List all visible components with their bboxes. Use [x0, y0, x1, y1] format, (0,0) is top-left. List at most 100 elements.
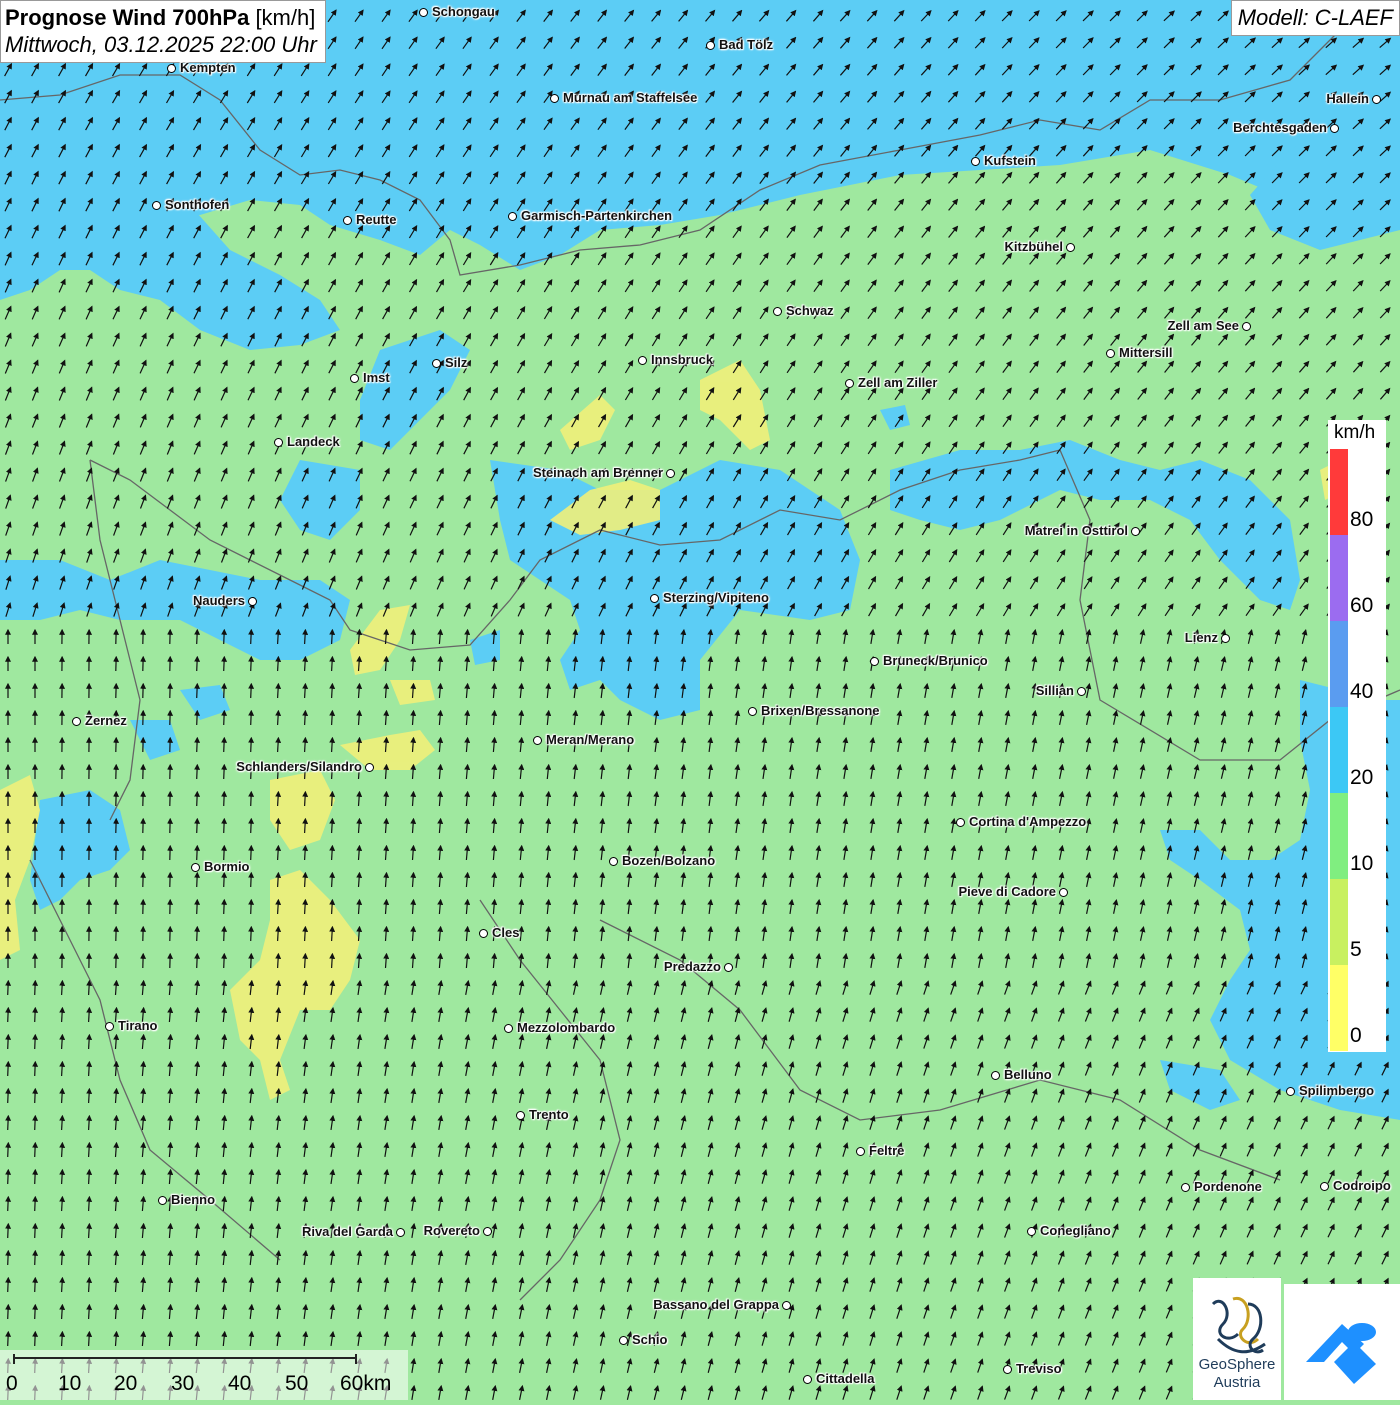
scale-label: 0 [6, 1372, 18, 1396]
wind-arrow [332, 873, 333, 887]
city-marker [350, 374, 359, 383]
city-marker [274, 438, 283, 447]
scale-label: 50 [285, 1372, 308, 1396]
wind-arrow [8, 1332, 9, 1346]
city-marker [508, 212, 517, 221]
city-label: Meran/Merano [546, 732, 634, 747]
city-label: Belluno [1004, 1067, 1052, 1082]
city-marker [856, 1147, 865, 1156]
wind-arrow [35, 1224, 36, 1238]
legend-swatch [1330, 534, 1348, 621]
wind-arrow [35, 1278, 36, 1292]
legend-label: 40 [1350, 680, 1373, 704]
legend-label: 10 [1350, 852, 1373, 876]
wind-arrow [332, 927, 333, 941]
city-marker [533, 736, 542, 745]
city-marker [706, 41, 715, 50]
wind-arrow [89, 1008, 90, 1022]
wind-arrow [224, 765, 225, 779]
wind-arrow [35, 1062, 36, 1076]
city-marker [248, 597, 257, 606]
city-marker [724, 963, 733, 972]
city-label: Innsbruck [651, 352, 713, 367]
city-marker [650, 594, 659, 603]
model-label: Modell: C-LAEF [1231, 0, 1400, 36]
city-label: Schongau [432, 4, 495, 19]
wind-arrow [197, 873, 198, 887]
wind-arrow [8, 981, 9, 995]
wind-arrow [224, 630, 225, 644]
wind-arrow [332, 792, 333, 806]
legend-label: 80 [1350, 508, 1373, 532]
city-marker [1320, 1182, 1329, 1191]
city-label: Conegliano [1040, 1223, 1111, 1238]
city-label: Kitzbühel [1005, 239, 1064, 254]
wind-arrow [278, 792, 279, 806]
wind-arrow [62, 1170, 63, 1184]
city-marker [956, 818, 965, 827]
wind-arrow [305, 738, 306, 752]
wind-arrow [332, 657, 333, 671]
wind-arrow [89, 1062, 90, 1076]
scale-label: 20 [114, 1372, 137, 1396]
wind-arrow [251, 738, 252, 752]
city-marker [1077, 687, 1086, 696]
legend-swatch [1330, 448, 1348, 535]
city-marker [971, 157, 980, 166]
wind-arrow [305, 873, 306, 887]
city-label: Zernez [85, 713, 127, 728]
city-marker [432, 359, 441, 368]
forecast-datetime: Mittwoch, 03.12.2025 22:00 Uhr [5, 31, 317, 58]
city-marker [158, 1196, 167, 1205]
city-label: Codroipo [1333, 1178, 1391, 1193]
city-label: Sterzing/Vipiteno [663, 590, 769, 605]
wind-arrow [278, 819, 279, 833]
wind-arrow [197, 954, 198, 968]
wind-arrow [35, 1332, 36, 1346]
wind-arrow [224, 792, 225, 806]
wind-arrow [8, 1008, 9, 1022]
wind-arrow [278, 684, 279, 698]
city-marker [72, 717, 81, 726]
wind-arrow [224, 900, 225, 914]
wind-arrow [251, 657, 252, 671]
wind-arrow [35, 981, 36, 995]
wind-arrow [197, 765, 198, 779]
wind-arrow [8, 1170, 9, 1184]
geosphere-name: GeoSphere [1193, 1356, 1281, 1373]
wind-arrow [224, 819, 225, 833]
wind-arrow [62, 1008, 63, 1022]
wind-arrow [278, 927, 279, 941]
wind-arrow [197, 846, 198, 860]
wind-arrow [251, 684, 252, 698]
legend-swatch [1330, 706, 1348, 793]
city-label: Nauders [193, 593, 245, 608]
wind-arrow [8, 1143, 9, 1157]
city-label: Garmisch-Partenkirchen [521, 208, 672, 223]
legend-swatch [1330, 878, 1348, 965]
city-marker [365, 763, 374, 772]
city-label: Mezzolombardo [517, 1020, 615, 1035]
city-label: Riva del Garda [302, 1224, 393, 1239]
geosphere-country: Austria [1193, 1374, 1281, 1391]
city-marker [638, 356, 647, 365]
wind-arrow [62, 1035, 63, 1049]
city-label: Sonthofen [165, 197, 229, 212]
city-label: Pieve di Cadore [958, 884, 1056, 899]
city-marker [504, 1024, 513, 1033]
wind-arrow [89, 1332, 90, 1346]
city-label: Zell am See [1167, 318, 1239, 333]
city-label: Bienno [171, 1192, 215, 1207]
city-label: Schio [632, 1332, 667, 1347]
city-marker [1131, 527, 1140, 536]
city-marker [609, 857, 618, 866]
city-label: Feltre [869, 1143, 904, 1158]
wind-arrow [62, 1143, 63, 1157]
city-marker [419, 8, 428, 17]
wind-arrow [332, 684, 333, 698]
city-marker [1181, 1183, 1190, 1192]
city-label: Predazzo [664, 959, 721, 974]
wind-arrow [89, 1224, 90, 1238]
city-label: Rovereto [424, 1223, 480, 1238]
city-label: Bozen/Bolzano [622, 853, 715, 868]
